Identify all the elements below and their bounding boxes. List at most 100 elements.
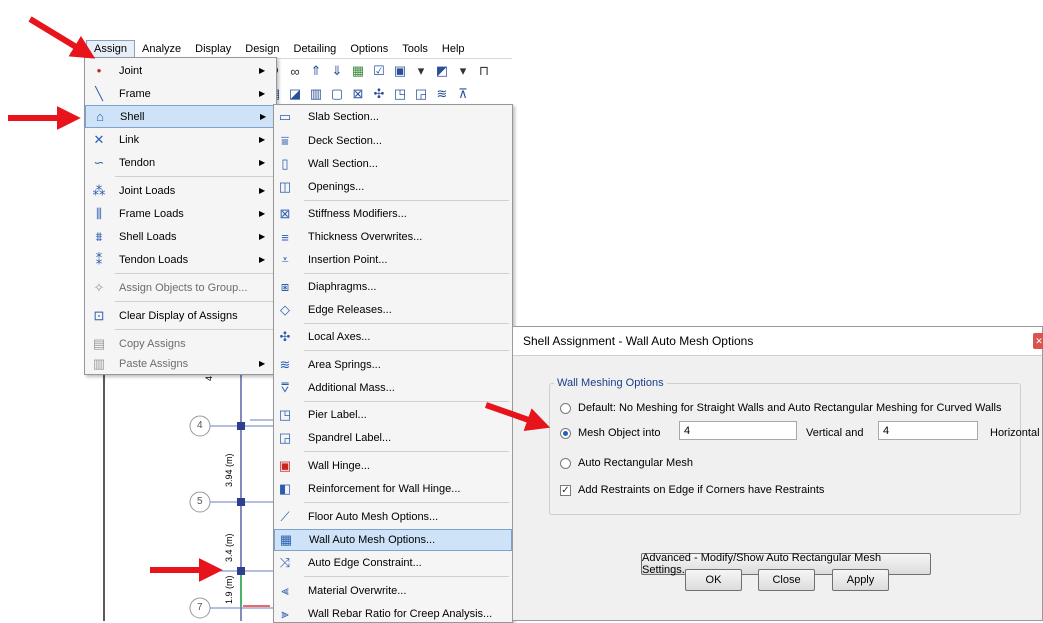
menu-item-auto-edge-constraint[interactable]: ⤨ Auto Edge Constraint...	[274, 552, 512, 574]
local-axes-toolbar-icon[interactable]: ✣	[371, 86, 387, 102]
menu-item-additional-mass[interactable]: ⩢ Additional Mass...	[274, 377, 512, 399]
menu-item-spandrel-label[interactable]: ◲ Spandrel Label...	[274, 427, 512, 449]
menu-item-wall-section[interactable]: ▯ Wall Section...	[274, 153, 512, 175]
menu-separator	[304, 273, 509, 274]
radio-default[interactable]: Default: No Meshing for Straight Walls a…	[560, 402, 1002, 414]
vertical-count-input[interactable]	[679, 421, 797, 440]
menu-design[interactable]: Design	[238, 40, 286, 58]
draw-opening-icon[interactable]: ▢	[329, 86, 345, 102]
menu-item-link[interactable]: ✕ Link ▶	[85, 128, 276, 151]
add-restraints-checkbox[interactable]: ✓ Add Restraints on Edge if Corners have…	[560, 484, 824, 496]
grid-icon[interactable]: ▦	[350, 63, 366, 79]
mass-icon[interactable]: ⊼	[455, 86, 471, 102]
modifiers-icon[interactable]: ⊠	[350, 86, 366, 102]
menu-item-insertion-point[interactable]: ⩡ Insertion Point...	[274, 249, 512, 271]
menu-separator	[304, 502, 509, 503]
spring-icon[interactable]: ≋	[434, 86, 450, 102]
wall-section-icon: ▯	[281, 156, 289, 171]
menu-item-pier-label[interactable]: ◳ Pier Label...	[274, 404, 512, 426]
menu-separator	[115, 301, 273, 302]
menu-display[interactable]: Display	[188, 40, 238, 58]
menu-separator	[115, 176, 273, 177]
menu-item-joint-loads[interactable]: ⁂ Joint Loads ▶	[85, 179, 276, 202]
menu-item-clear-display-of-assigns[interactable]: ⊡ Clear Display of Assigns	[85, 304, 276, 327]
close-icon[interactable]: ✕	[1033, 333, 1043, 349]
menu-item-wall-auto-mesh-options[interactable]: ▦ Wall Auto Mesh Options...	[274, 529, 512, 551]
dropdown-icon[interactable]: ▾	[455, 63, 471, 79]
submenu-arrow-icon: ▶	[259, 89, 266, 98]
radio-button[interactable]	[560, 427, 571, 439]
menu-item-shell-loads[interactable]: ⩩ Shell Loads ▶	[85, 225, 276, 248]
menu-item-slab-section[interactable]: ▭ Slab Section...	[274, 106, 512, 128]
menu-item-joint[interactable]: • Joint ▶	[85, 59, 276, 82]
draw-deck-icon[interactable]: ◪	[287, 86, 303, 102]
radio-button[interactable]	[560, 402, 571, 414]
menu-item-edge-releases[interactable]: ◇ Edge Releases...	[274, 299, 512, 321]
submenu-arrow-icon: ▶	[259, 66, 266, 75]
display-options-icon[interactable]: ▣	[392, 63, 408, 79]
menu-separator	[304, 451, 509, 452]
menu-item-frame-loads[interactable]: ⫼ Frame Loads ▶	[85, 202, 276, 225]
wall-mesh-icon: ▦	[279, 532, 293, 547]
menu-assign[interactable]: Assign	[86, 40, 136, 58]
menu-help[interactable]: Help	[435, 40, 472, 58]
menu-detailing[interactable]: Detailing	[287, 40, 344, 58]
menu-separator	[304, 200, 509, 201]
radio-auto-rectangular[interactable]: Auto Rectangular Mesh	[560, 457, 693, 469]
dialog-title-bar[interactable]: Shell Assignment - Wall Auto Mesh Option…	[513, 327, 1043, 356]
clear-display-icon: ⊡	[93, 307, 105, 323]
apply-button[interactable]: Apply	[832, 569, 889, 591]
draw-wall-icon[interactable]: ▥	[308, 86, 324, 102]
menu-item-tendon[interactable]: ∽ Tendon ▶	[85, 151, 276, 174]
menu-item-wall-hinge[interactable]: ▣ Wall Hinge...	[274, 455, 512, 477]
menu-analyze[interactable]: Analyze	[135, 40, 188, 58]
joint-loads-icon: ⁂	[92, 182, 106, 198]
close-button[interactable]: Close	[758, 569, 815, 591]
assign-menu: • Joint ▶ ╲ Frame ▶ ⌂ Shell ▶ ✕ Link ▶ ∽…	[84, 57, 277, 375]
wall-hinge-icon: ▣	[278, 458, 292, 473]
move-down-icon[interactable]: ⇓	[329, 63, 345, 79]
pier-icon[interactable]: ◳	[392, 86, 408, 102]
frame-view-icon[interactable]: ⊓	[476, 63, 492, 79]
select-box-icon[interactable]: ☑	[371, 63, 387, 79]
checkmark-icon[interactable]: ✓	[560, 484, 571, 496]
menu-item-stiffness-modifiers[interactable]: ⊠ Stiffness Modifiers...	[274, 203, 512, 225]
glasses-icon[interactable]: ∞	[287, 63, 303, 79]
menu-item-reinforcement-for-wall-hinge[interactable]: ◧ Reinforcement for Wall Hinge...	[274, 478, 512, 500]
additional-mass-icon: ⩢	[281, 380, 289, 395]
menu-item-thickness-overwrites[interactable]: ≡ Thickness Overwrites...	[274, 226, 512, 248]
submenu-arrow-icon: ▶	[259, 158, 266, 167]
thickness-overwrites-icon: ≡	[281, 229, 289, 245]
menu-item-local-axes[interactable]: ✣ Local Axes...	[274, 326, 512, 348]
radio-auto-label: Auto Rectangular Mesh	[578, 457, 693, 469]
radio-mesh-object[interactable]: Mesh Object into	[560, 427, 661, 439]
menu-item-openings[interactable]: ◫ Openings...	[274, 176, 512, 198]
frame-loads-icon: ⫼	[96, 205, 102, 221]
menu-item-diaphragms[interactable]: ⧆ Diaphragms...	[274, 276, 512, 298]
menu-item-material-overwrite[interactable]: ⫷ Material Overwrite...	[274, 580, 512, 602]
menu-tools[interactable]: Tools	[395, 40, 435, 58]
menu-item-deck-section[interactable]: ⩸ Deck Section...	[274, 130, 512, 152]
menu-item-wall-rebar-ratio[interactable]: ⫸ Wall Rebar Ratio for Creep Analysis...	[274, 603, 512, 622]
horizontal-count-input[interactable]	[878, 421, 978, 440]
menu-item-assign-objects-to-group: ✧ Assign Objects to Group...	[85, 276, 276, 299]
menu-item-frame[interactable]: ╲ Frame ▶	[85, 82, 276, 105]
dropdown-icon[interactable]: ▾	[413, 63, 429, 79]
radio-button[interactable]	[560, 457, 571, 469]
move-up-icon[interactable]: ⇑	[308, 63, 324, 79]
submenu-arrow-icon: ▶	[259, 186, 266, 195]
radio-mesh-label: Mesh Object into	[578, 427, 661, 439]
menu-item-tendon-loads[interactable]: ⁑ Tendon Loads ▶	[85, 248, 276, 271]
spandrel-icon[interactable]: ◲	[413, 86, 429, 102]
menu-item-area-springs[interactable]: ≋ Area Springs...	[274, 354, 512, 376]
menu-item-shell[interactable]: ⌂ Shell ▶	[85, 105, 276, 128]
story-label: 5	[197, 496, 203, 507]
ok-button[interactable]: OK	[685, 569, 742, 591]
copy-icon: ▤	[92, 335, 106, 351]
menu-item-floor-auto-mesh-options[interactable]: ⟋ Floor Auto Mesh Options...	[274, 506, 512, 528]
object-icon[interactable]: ◩	[434, 63, 450, 79]
vertical-label: Vertical and	[806, 427, 864, 439]
submenu-arrow-icon: ▶	[259, 209, 266, 218]
toolbar-top: ↻ ∞ ⇑ ⇓ ▦ ☑ ▣ ▾ ◩ ▾ ⊓	[266, 60, 512, 82]
menu-options[interactable]: Options	[343, 40, 395, 58]
